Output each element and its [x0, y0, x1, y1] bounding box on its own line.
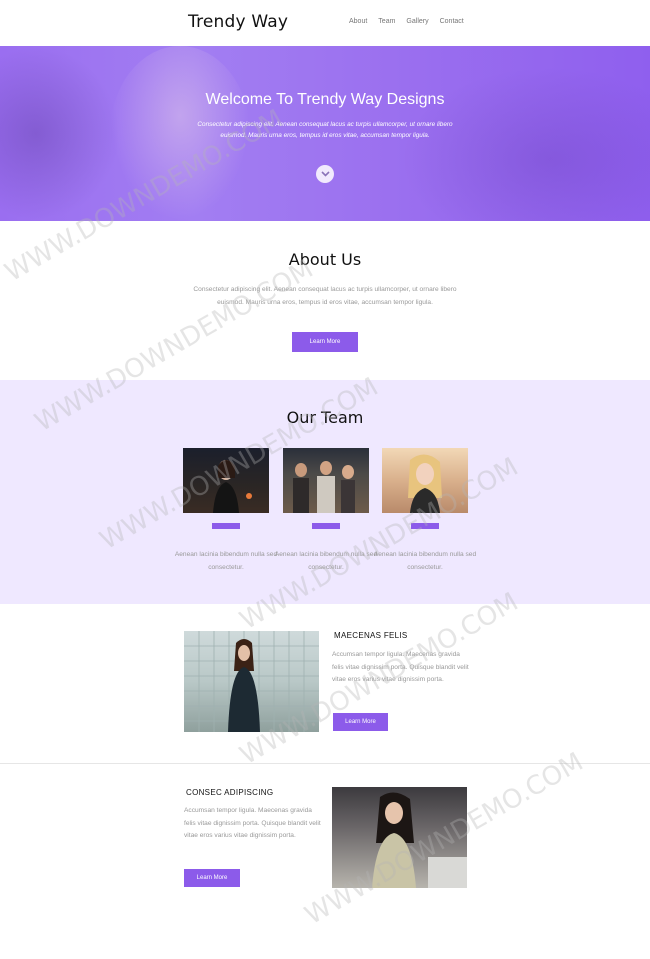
member-portrait-graphic	[213, 460, 252, 513]
member-portrait-graphic	[408, 454, 442, 513]
team-member-desc: Aenean lacinia bibendum nulla sed consec…	[174, 551, 278, 571]
hero-text: Consectetur adipiscing elit. Aenean cons…	[197, 121, 453, 139]
feature-1-learn-more-button[interactable]: Learn More	[333, 713, 388, 731]
section-divider	[0, 763, 650, 764]
feature-2-title: CONSEC ADIPISCING	[186, 788, 274, 797]
scroll-down-button[interactable]	[316, 165, 334, 183]
team-member-card: Aenean lacinia bibendum nulla sed consec…	[175, 448, 277, 571]
team-member-accent-bar	[411, 523, 439, 529]
hero-background-shade-right	[400, 66, 650, 221]
team-member-photo	[283, 448, 369, 513]
team-member-accent-bar	[312, 523, 340, 529]
feature-2-text: Accumsan tempor ligula. Maecenas gravida…	[184, 807, 321, 839]
team-member-card: Aenean lacinia bibendum nulla sed consec…	[374, 448, 476, 571]
about-title: About Us	[288, 250, 362, 269]
about-text: Consectetur adipiscing elit. Aenean cons…	[193, 286, 457, 306]
team-member-card: Aenean lacinia bibendum nulla sed consec…	[275, 448, 377, 571]
hero-banner: Welcome To Trendy Way Designs Consectetu…	[0, 46, 650, 221]
team-member-accent-bar	[212, 523, 240, 529]
nav-gallery[interactable]: Gallery	[406, 18, 428, 25]
brand-logo[interactable]: Trendy Way	[188, 12, 288, 32]
feature-image-1	[184, 631, 319, 732]
chevron-down-icon	[320, 171, 330, 177]
feature-2-learn-more-button[interactable]: Learn More	[184, 869, 240, 887]
team-section: Our Team Aenean lacinia bibendum nulla s…	[0, 380, 650, 604]
hero-background-shade	[0, 46, 120, 221]
feature-photo-graphic	[184, 631, 319, 732]
team-member-photo	[382, 448, 468, 513]
team-member-desc: Aenean lacinia bibendum nulla sed consec…	[274, 551, 378, 571]
feature-photo-graphic	[372, 792, 467, 888]
main-nav: About Team Gallery Contact	[349, 18, 475, 25]
nav-contact[interactable]: Contact	[440, 18, 464, 25]
nav-team[interactable]: Team	[378, 18, 395, 25]
team-title: Our Team	[286, 408, 364, 427]
feature-image-2	[332, 787, 467, 888]
about-learn-more-button[interactable]: Learn More	[292, 332, 358, 352]
nav-about[interactable]: About	[349, 18, 367, 25]
site-header: Trendy Way About Team Gallery Contact	[0, 0, 650, 46]
member-portrait-graphic	[293, 461, 355, 513]
feature-1-title: MAECENAS FELIS	[334, 631, 408, 640]
feature-1-text: Accumsan tempor ligula. Maecenas gravida…	[332, 651, 469, 683]
hero-title: Welcome To Trendy Way Designs	[205, 91, 445, 108]
team-member-desc: Aenean lacinia bibendum nulla sed consec…	[373, 551, 477, 571]
team-member-photo	[183, 448, 269, 513]
